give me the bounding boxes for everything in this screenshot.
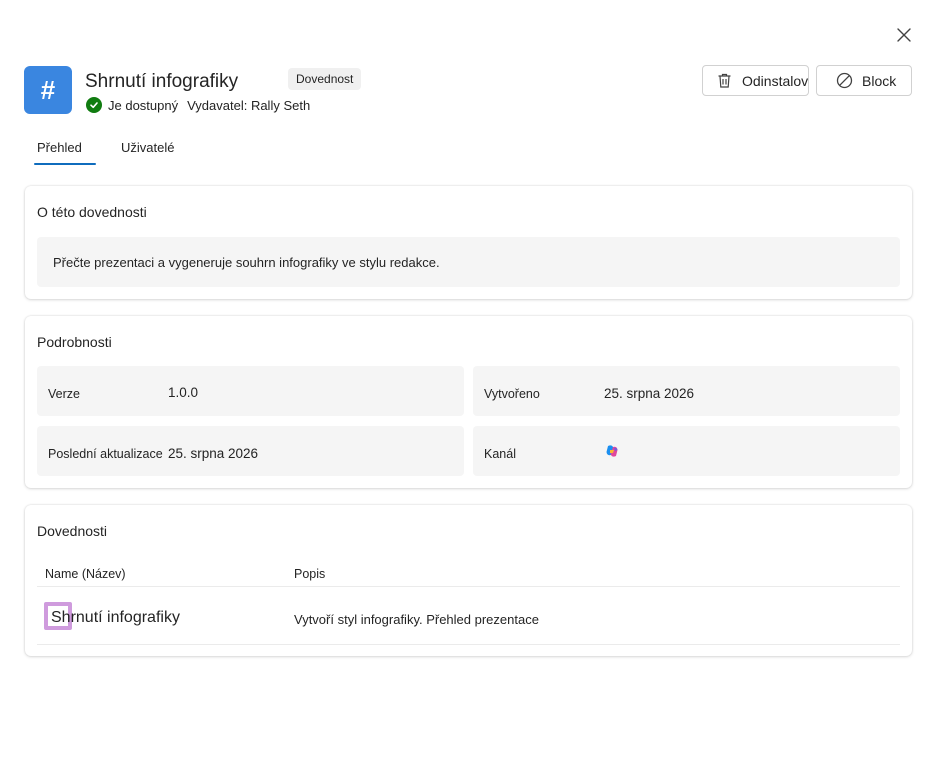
about-description: Přečte prezentaci a vygeneruje souhrn in… <box>37 237 900 287</box>
skills-card: Dovednosti Name (Název) Popis Shrnutí in… <box>25 505 912 656</box>
close-button[interactable] <box>892 23 916 47</box>
trash-icon <box>716 72 733 89</box>
skill-name[interactable]: Shrnutí infografiky <box>51 609 180 627</box>
block-icon <box>836 72 853 89</box>
table-header-divider <box>37 586 900 587</box>
details-card: Podrobnosti Verze 1.0.0 Vytvořeno 25. sr… <box>25 316 912 488</box>
column-header-name: Name (Název) <box>45 567 126 581</box>
tab-overview[interactable]: Přehled <box>37 140 82 155</box>
details-title: Podrobnosti <box>37 334 112 350</box>
tab-users[interactable]: Uživatelé <box>121 140 174 155</box>
app-icon: # <box>24 66 72 114</box>
detail-version: Verze 1.0.0 <box>37 366 464 416</box>
version-label: Verze <box>48 387 80 401</box>
hash-icon: # <box>40 74 56 105</box>
about-description-text: Přečte prezentaci a vygeneruje souhrn in… <box>53 254 440 270</box>
channel-label: Kanál <box>484 447 516 461</box>
uninstall-button[interactable]: Odinstalovat <box>702 65 809 96</box>
row-divider <box>37 644 900 645</box>
page-title: Shrnutí infografiky <box>85 71 239 92</box>
detail-channel: Kanál <box>473 426 900 476</box>
close-icon <box>897 28 911 42</box>
version-value: 1.0.0 <box>168 385 199 400</box>
about-card: O této dovednosti Přečte prezentaci a vy… <box>25 186 912 299</box>
created-value: 25. srpna 2026 <box>604 386 695 401</box>
block-button[interactable]: Block <box>816 65 912 96</box>
availability-status: Je dostupný <box>108 97 179 113</box>
skill-description: Vytvoří styl infografiky. Přehled prezen… <box>294 612 539 627</box>
status-row: Je dostupný Vydavatel: Rally Seth <box>86 97 310 113</box>
column-header-description: Popis <box>294 567 326 581</box>
uninstall-label: Odinstalovat <box>742 72 809 89</box>
publisher-label: Vydavatel: Rally Seth <box>187 97 311 113</box>
detail-created: Vytvořeno 25. srpna 2026 <box>473 366 900 416</box>
about-title: O této dovednosti <box>37 204 147 220</box>
updated-value: 25. srpna 2026 <box>168 446 259 461</box>
created-label: Vytvořeno <box>484 387 540 401</box>
copilot-icon <box>605 444 619 461</box>
updated-label: Poslední aktualizace <box>48 447 163 461</box>
type-badge: Dovednost <box>288 68 362 90</box>
detail-updated: Poslední aktualizace 25. srpna 2026 <box>37 426 464 476</box>
block-label: Block <box>862 72 897 89</box>
skills-title: Dovednosti <box>37 523 108 539</box>
check-circle-icon <box>86 97 102 113</box>
active-tab-indicator <box>34 163 96 165</box>
